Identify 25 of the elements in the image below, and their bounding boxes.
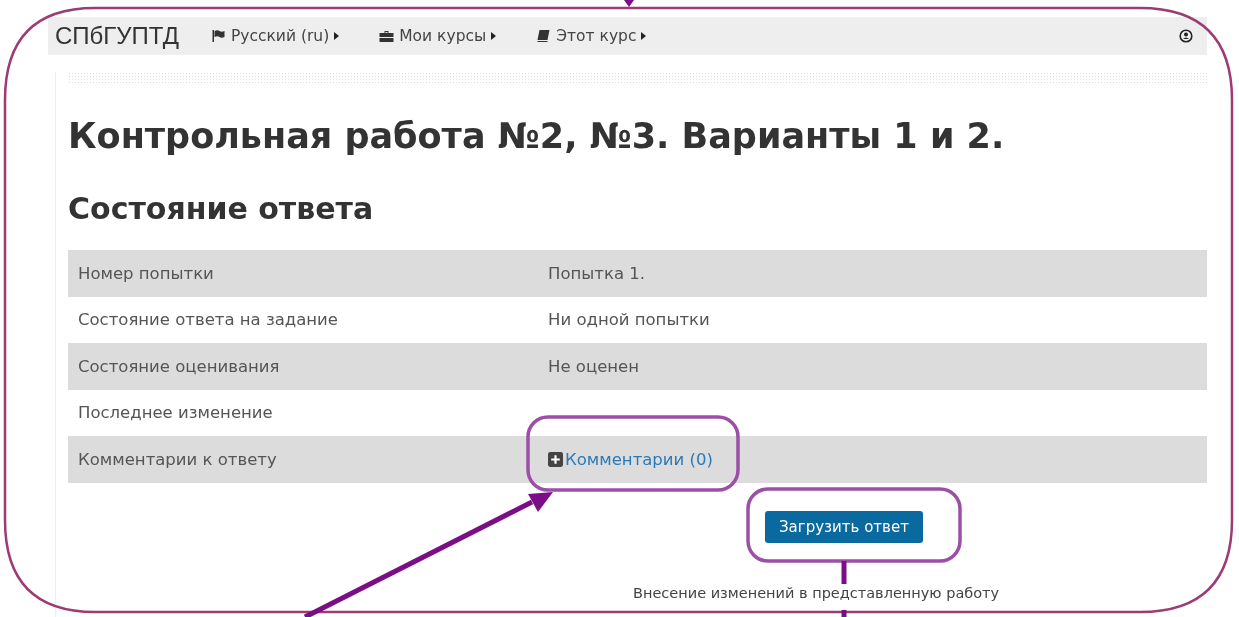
caret-icon <box>491 32 497 40</box>
site-brand[interactable]: СПбГУПТД <box>55 22 179 50</box>
page-title: Контрольная работа №2, №3. Варианты 1 и 2. <box>68 116 1006 156</box>
flag-icon <box>210 30 226 42</box>
caret-icon <box>641 32 647 40</box>
briefcase-icon <box>379 30 395 42</box>
row-label: Номер попытки <box>77 263 215 283</box>
row-value: Ни одной попытки <box>548 310 710 330</box>
book-icon <box>536 30 552 42</box>
nav-menu[interactable]: Русский (ru) <box>210 27 340 45</box>
row-label: Комментарии к ответу <box>77 449 278 469</box>
caret-icon <box>334 32 340 40</box>
row-value: Не оценен <box>548 356 639 376</box>
nav-menu[interactable]: Этот курс <box>536 27 647 45</box>
user-menu-icon[interactable] <box>1179 29 1193 43</box>
row-value: Попытка 1. <box>548 263 645 283</box>
row-label: Состояние ответа на задание <box>77 310 339 330</box>
arrow-head <box>624 0 634 7</box>
row-label: Последнее изменение <box>77 403 274 423</box>
note-text: Внесение изменений в представленную работу <box>633 584 1000 601</box>
nav-menu[interactable]: Мои курсы <box>379 27 497 45</box>
upload-button[interactable]: Загрузить ответ <box>765 510 923 543</box>
plus-icon <box>548 451 563 467</box>
section-heading: Состояние ответа <box>68 192 375 226</box>
row-label: Состояние оценивания <box>77 356 281 376</box>
